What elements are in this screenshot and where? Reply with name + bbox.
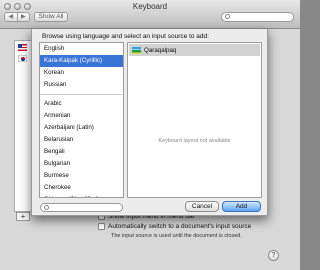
preferences-search-field[interactable] bbox=[221, 12, 294, 22]
language-item[interactable]: Russian bbox=[40, 79, 123, 91]
language-item[interactable]: Bengali bbox=[40, 146, 123, 158]
add-input-source-sheet: Browse using language and select an inpu… bbox=[31, 29, 268, 216]
language-item[interactable]: Chinese (Simplified) bbox=[40, 194, 123, 197]
korea-flag-icon bbox=[18, 55, 27, 62]
layout-unavailable-message: Keyboard layout not available bbox=[158, 138, 231, 144]
add-button[interactable]: Add bbox=[222, 201, 261, 212]
search-icon bbox=[44, 205, 49, 210]
auto-switch-label: Automatically switch to a document's inp… bbox=[108, 223, 252, 230]
nav-arrows: ◀ ▶ bbox=[4, 12, 30, 22]
language-item[interactable]: Burmese bbox=[40, 170, 123, 182]
forward-arrow-icon[interactable]: ▶ bbox=[16, 13, 30, 21]
language-item[interactable]: Kara-Kalpak (Cyrillic) bbox=[40, 55, 123, 67]
window-title: Keyboard bbox=[132, 2, 168, 11]
language-item[interactable]: Armenian bbox=[40, 110, 123, 122]
back-arrow-icon[interactable]: ◀ bbox=[5, 13, 17, 21]
auto-switch-row[interactable]: Automatically switch to a document's inp… bbox=[98, 223, 251, 230]
search-icon bbox=[225, 14, 230, 19]
language-list[interactable]: English Kara-Kalpak (Cyrillic) Korean Russi… bbox=[39, 42, 124, 198]
language-item[interactable]: English bbox=[40, 43, 123, 55]
auto-switch-checkbox[interactable] bbox=[98, 223, 105, 230]
language-item[interactable]: Belarusian bbox=[40, 134, 123, 146]
input-source-note: The input source is used until the docum… bbox=[111, 233, 242, 239]
language-item[interactable]: Bulgarian bbox=[40, 158, 123, 170]
add-input-source-button[interactable]: + bbox=[16, 212, 30, 221]
us-flag-icon bbox=[18, 44, 27, 51]
uzbekistan-flag-icon bbox=[132, 46, 141, 54]
show-all-button[interactable]: Show All bbox=[34, 12, 68, 22]
input-source-label: Qaraqalpaq bbox=[144, 46, 177, 54]
window-titlebar: Keyboard ◀ ▶ Show All bbox=[0, 0, 300, 29]
language-item[interactable]: Arabic bbox=[40, 98, 123, 110]
language-search-field[interactable] bbox=[40, 203, 123, 212]
sheet-title: Browse using language and select an inpu… bbox=[42, 33, 209, 40]
language-item[interactable]: Azerbaijani (Latin) bbox=[40, 122, 123, 134]
cancel-button[interactable]: Cancel bbox=[185, 201, 219, 212]
language-item[interactable]: Cherokee bbox=[40, 182, 123, 194]
input-source-item[interactable]: Qaraqalpaq bbox=[129, 44, 260, 56]
input-source-list[interactable]: Qaraqalpaq Keyboard layout not available bbox=[127, 42, 262, 198]
language-item[interactable]: Korean bbox=[40, 67, 123, 79]
list-separator bbox=[40, 91, 123, 98]
help-button[interactable]: ? bbox=[268, 250, 279, 261]
